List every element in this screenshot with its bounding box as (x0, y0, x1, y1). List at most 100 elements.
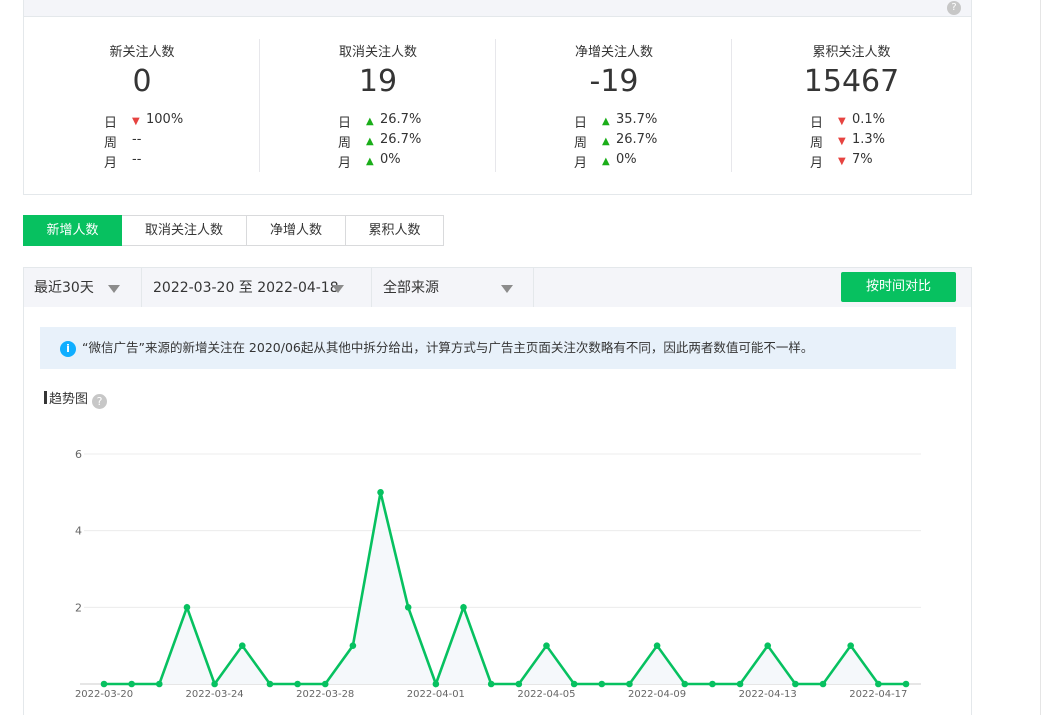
x-tick-label: 2022-04-01 (407, 689, 465, 700)
data-point (156, 680, 163, 688)
stat-value: -19 (589, 64, 639, 99)
data-point (819, 680, 827, 688)
stat-title: 净增关注人数 (574, 45, 653, 60)
data-point (432, 680, 440, 688)
trend-row: 周 ▼ 1.3% (810, 132, 930, 152)
date-range-value: 2022-03-20 至 2022-04-18 (153, 280, 339, 296)
tab-1[interactable]: 新增人数 (23, 215, 122, 246)
data-point (238, 642, 246, 649)
stat-column: 新关注人数 0 日 ▼ 100% 周 -- 月 -- (24, 17, 260, 194)
data-point (100, 680, 108, 688)
trend-period-label: 日 (104, 116, 118, 131)
page: ? 新关注人数 0 日 ▼ 100% 周 -- 月 -- 取消关注人数 19 日 ▲ 26.7% 周 ▲ 26.… (0, 0, 1053, 715)
data-point (847, 642, 854, 649)
x-tick-label: 2022-03-28 (296, 689, 354, 700)
x-tick-label: 2022-03-20 (75, 689, 133, 700)
range-select-value: 最近30天 (34, 280, 94, 296)
trend-value: 26.7% (616, 132, 658, 147)
trend-period-label: 周 (810, 136, 824, 151)
data-point (211, 680, 218, 688)
divider (533, 268, 534, 308)
data-point (792, 680, 799, 688)
trend-period-label: 周 (338, 136, 352, 151)
chevron-down-icon (501, 285, 513, 293)
data-point (460, 604, 467, 611)
data-point (183, 604, 191, 611)
range-select[interactable]: 最近30天 (34, 268, 142, 308)
y-tick-label: 6 (75, 448, 82, 461)
data-point (764, 642, 772, 649)
data-point (709, 680, 716, 688)
trend-period-label: 月 (810, 156, 824, 171)
y-tick-label: 4 (75, 525, 82, 538)
arrow-down-icon: ▼ (838, 136, 846, 147)
x-tick-label: 2022-04-05 (517, 689, 575, 700)
trend-chart: 2 4 6 2022-03-20 2022-03-24 2022-03-28 2022-04… (75, 448, 921, 700)
trend-row: 日 ▲ 35.7% (574, 112, 694, 132)
trend-period-label: 月 (104, 156, 118, 171)
trend-row: 月 ▼ 7% (810, 152, 930, 172)
trend-row: 周 -- (104, 132, 224, 152)
trend-row: 周 ▲ 26.7% (338, 132, 458, 152)
trend-value: 0.1% (852, 112, 886, 127)
source-select-value: 全部来源 (383, 280, 439, 296)
data-point (626, 680, 633, 688)
compare-by-time-button[interactable]: 按时间对比 (841, 272, 956, 302)
arrow-up-icon: ▲ (602, 116, 610, 127)
stat-column: 取消关注人数 19 日 ▲ 26.7% 周 ▲ 26.7% 月 ▲ 0% (260, 17, 496, 194)
date-range-select[interactable]: 2022-03-20 至 2022-04-18 (153, 268, 373, 308)
tab-4[interactable]: 累积人数 (346, 215, 444, 246)
trend-value: 100% (146, 112, 184, 127)
arrow-up-icon: ▲ (366, 116, 374, 127)
stats-header: ? (23, 0, 972, 17)
data-point (875, 680, 882, 688)
data-point (294, 680, 301, 688)
trend-period-label: 日 (574, 116, 588, 131)
trend-period-label: 日 (338, 116, 352, 131)
arrow-down-icon: ▼ (838, 156, 846, 167)
trend-value: 26.7% (380, 112, 422, 127)
data-point (515, 680, 523, 688)
tab-2[interactable]: 取消关注人数 (122, 215, 247, 246)
trend-row: 周 ▲ 26.7% (574, 132, 694, 152)
arrow-up-icon: ▲ (366, 136, 374, 147)
stat-column: 累积关注人数 15467 日 ▼ 0.1% 周 ▼ 1.3% 月 ▼ 7% (732, 17, 971, 194)
scroll-area[interactable] (1040, 0, 1053, 715)
source-select[interactable]: 全部来源 (383, 268, 533, 308)
stat-title: 取消关注人数 (338, 45, 417, 60)
stat-value: 19 (358, 64, 398, 99)
trend-row: 月 ▲ 0% (574, 152, 694, 172)
divider (141, 268, 142, 308)
trend-value: -- (132, 132, 142, 147)
data-point (377, 489, 384, 496)
data-point (266, 680, 274, 688)
trend-value: 1.3% (852, 132, 886, 147)
filter-bar: 最近30天 2022-03-20 至 2022-04-18 全部来源 按时间对比 (23, 267, 972, 309)
data-point (321, 680, 329, 688)
content-panel: i “微信广告”来源的新增关注在 2020/06起从其他中拆分给出，计算方式与广… (23, 307, 972, 715)
area-fill (104, 492, 906, 684)
trend-row: 日 ▼ 100% (104, 112, 224, 132)
data-point (736, 680, 744, 688)
chevron-down-icon (332, 285, 344, 293)
trend-period-label: 月 (574, 156, 588, 171)
trend-row: 月 ▲ 0% (338, 152, 458, 172)
trend-value: 7% (852, 152, 873, 167)
arrow-up-icon: ▲ (602, 136, 610, 147)
stat-title: 新关注人数 (109, 45, 175, 60)
y-tick-label: 2 (75, 601, 82, 614)
x-tick-label: 2022-03-24 (186, 689, 244, 700)
stat-column: 净增关注人数 -19 日 ▲ 35.7% 周 ▲ 26.7% 月 ▲ 0% (496, 17, 732, 194)
metric-tabs: 新增人数 取消关注人数 净增人数 累积人数 (23, 215, 444, 246)
chevron-down-icon (108, 285, 120, 293)
help-icon[interactable]: ? (947, 1, 961, 15)
series-line (104, 492, 906, 688)
arrow-down-icon: ▼ (132, 116, 140, 127)
data-point (570, 680, 578, 688)
tab-3[interactable]: 净增人数 (247, 215, 346, 246)
divider (371, 268, 372, 308)
trend-period-label: 日 (810, 116, 824, 131)
trend-period-label: 周 (574, 136, 588, 151)
data-point (653, 642, 661, 649)
data-point (487, 680, 495, 688)
